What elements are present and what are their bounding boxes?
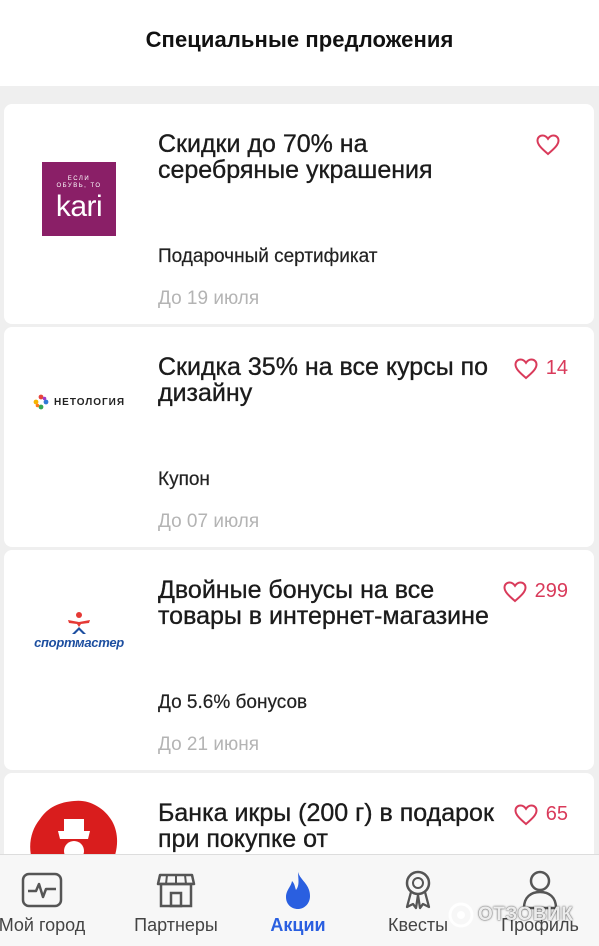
bottom-navigation: Мой город Партнеры Акции Квесты Профиль xyxy=(0,854,599,946)
partner-logo-caviar xyxy=(24,795,124,854)
nav-label: Партнеры xyxy=(134,915,218,935)
fire-icon xyxy=(286,872,310,909)
like-button[interactable] xyxy=(536,134,568,156)
partner-logo-netology: НЕТОЛОГИЯ xyxy=(4,327,154,477)
nav-my-city[interactable]: Мой город xyxy=(0,855,102,946)
offers-feed[interactable]: ЕСЛИ ОБУВЬ, ТО kari Скидки до 70% на сер… xyxy=(0,86,599,854)
watermark-logo-icon xyxy=(448,902,474,928)
like-button[interactable]: 299 xyxy=(503,580,568,603)
partner-logo-sportmaster: спортмастер xyxy=(4,550,154,710)
offer-type: До 5.6% бонусов xyxy=(158,692,308,713)
netology-flower-icon xyxy=(33,394,49,410)
nav-label: Мой город xyxy=(0,915,86,935)
like-count: 14 xyxy=(545,357,568,379)
offer-type: Купон xyxy=(158,469,210,490)
nav-profile[interactable]: Профиль xyxy=(480,855,599,946)
heart-icon xyxy=(536,134,560,156)
nav-promotions[interactable]: Акции xyxy=(238,855,358,946)
like-button[interactable]: 14 xyxy=(514,357,568,380)
store-icon xyxy=(156,873,196,908)
offer-card[interactable]: спортмастер Двойные бонусы на все товары… xyxy=(4,550,594,770)
netology-wordmark: НЕТОЛОГИЯ xyxy=(53,396,126,408)
offer-title: Банка икры (200 г) в подарок при покупке… xyxy=(158,799,494,853)
caviar-seal-logo xyxy=(30,800,117,854)
nav-quests[interactable]: Квесты xyxy=(358,855,478,946)
offer-card[interactable]: НЕТОЛОГИЯ Скидка 35% на все курсы по диз… xyxy=(4,327,594,547)
award-icon xyxy=(405,870,431,910)
nav-label: Квесты xyxy=(387,915,449,935)
page-title: Специальные предложения xyxy=(145,27,454,52)
offer-type: Подарочный сертификат xyxy=(158,246,378,267)
city-pulse-icon xyxy=(21,872,63,908)
sportmaster-wordmark: спортмастер xyxy=(34,634,124,650)
nav-partners[interactable]: Партнеры xyxy=(116,855,236,946)
heart-icon xyxy=(514,803,538,825)
offer-card[interactable]: Банка икры (200 г) в подарок при покупке… xyxy=(4,773,594,854)
offer-title: Двойные бонусы на все товары в интернет-… xyxy=(158,576,489,630)
header: Специальные предложения xyxy=(0,0,599,86)
watermark-text: ОТЗОВИК xyxy=(478,904,574,925)
offer-date: До 21 июня xyxy=(158,734,259,755)
partner-logo-kari: ЕСЛИ ОБУВЬ, ТО kari xyxy=(4,124,154,274)
heart-icon xyxy=(514,357,538,379)
nav-label: Акции xyxy=(270,915,326,935)
kari-wordmark: kari xyxy=(55,190,103,223)
offer-date: До 19 июля xyxy=(158,288,260,309)
kari-slogan: ЕСЛИ ОБУВЬ, ТО xyxy=(56,176,102,189)
offer-title: Скидки до 70% на серебряные украшения xyxy=(158,130,433,184)
sportmaster-figure-icon xyxy=(68,611,90,634)
like-button[interactable]: 65 xyxy=(514,803,568,826)
like-count: 65 xyxy=(545,803,568,825)
like-count: 299 xyxy=(534,580,568,602)
offer-title: Скидка 35% на все курсы по дизайну xyxy=(158,353,489,407)
offer-date: До 07 июля xyxy=(158,511,260,532)
watermark: ОТЗОВИК xyxy=(448,902,573,928)
heart-icon xyxy=(503,580,527,602)
offer-card[interactable]: ЕСЛИ ОБУВЬ, ТО kari Скидки до 70% на сер… xyxy=(4,104,594,324)
